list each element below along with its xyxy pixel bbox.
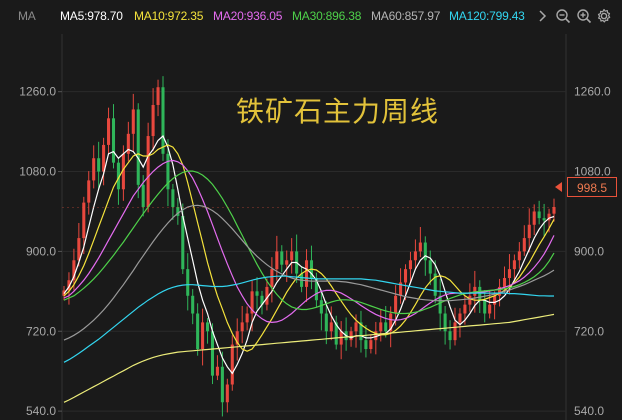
ma-indicator-label[interactable]: MA — [18, 9, 36, 23]
candle-body — [97, 158, 101, 172]
candle-body — [275, 251, 279, 270]
candle-body — [428, 260, 432, 274]
candle-body — [240, 322, 244, 332]
y-tick-label-left: 720.0 — [26, 324, 56, 338]
candle-body — [206, 322, 210, 332]
candle-body — [230, 344, 234, 385]
candle-body — [186, 269, 190, 296]
candle-body — [502, 278, 507, 287]
candle-body — [329, 322, 333, 332]
candle-body — [403, 269, 408, 283]
ma60-value: MA60:857.97 — [371, 9, 441, 23]
candle-body — [552, 207, 556, 214]
y-tick-label-right: 1260.0 — [574, 85, 611, 99]
candle-body — [255, 291, 259, 296]
candle-body — [215, 366, 219, 376]
candle-body — [191, 295, 195, 314]
gear-icon[interactable] — [596, 8, 612, 24]
candle-body — [448, 331, 452, 341]
candle-body — [468, 295, 472, 305]
candle-body — [369, 340, 373, 350]
candle-body — [384, 322, 388, 332]
candle-body — [146, 136, 150, 208]
candle-body — [512, 260, 516, 270]
candle-body — [136, 109, 140, 185]
candle-body — [92, 158, 96, 181]
chevron-right-icon[interactable] — [534, 8, 550, 24]
candle-body — [304, 260, 309, 287]
candle-body — [438, 295, 442, 314]
candle-body — [522, 238, 526, 252]
candle-body — [379, 322, 383, 332]
last-price-arrow — [555, 182, 562, 192]
candle-body — [324, 313, 328, 332]
candle-body — [196, 313, 200, 350]
candle-body — [527, 224, 531, 239]
zoom-in-icon[interactable] — [576, 8, 592, 24]
candle-body — [488, 304, 492, 314]
candle-body — [107, 118, 111, 145]
candle-body — [493, 295, 497, 305]
candle-body — [225, 384, 229, 403]
candle-body — [453, 322, 457, 341]
zoom-out-icon[interactable] — [555, 8, 571, 24]
candle-body — [210, 331, 215, 376]
y-tick-label-left: 1080.0 — [19, 165, 56, 179]
candle-body — [413, 251, 417, 261]
candle-body — [87, 180, 91, 203]
y-tick-label-left: 900.0 — [26, 244, 56, 258]
candle-body — [319, 300, 323, 314]
candle-body — [537, 211, 541, 219]
candle-body — [151, 104, 155, 137]
ma-line-ma60 — [63, 204, 555, 341]
candle-body — [270, 269, 274, 287]
ma-line-ma250 — [63, 313, 555, 403]
candle-body — [290, 251, 294, 261]
candle-body — [349, 331, 353, 341]
candle-body — [280, 251, 284, 265]
y-tick-label-left: 1260.0 — [19, 85, 56, 99]
ma120-value: MA120:799.43 — [449, 9, 525, 23]
chart-watermark: 铁矿石主力周线 — [236, 95, 440, 128]
candle-body — [156, 87, 160, 105]
candle-body — [364, 340, 368, 350]
candle-body — [354, 322, 358, 332]
candle-body — [517, 251, 521, 261]
y-tick-label-right: 540.0 — [574, 404, 604, 418]
last-price-label: 998.5 — [567, 177, 617, 197]
indicator-bar: MA MA5:978.70 MA10:972.35 MA20:936.05 MA… — [0, 0, 622, 34]
candle-body — [458, 313, 462, 323]
candle-body — [285, 260, 289, 265]
price-chart[interactable]: 1260.0 1260.01080.0 1080.0900.0 900.0720.0 7… — [0, 0, 622, 420]
y-tick-label-right: 720.0 — [574, 324, 604, 338]
candle-body — [181, 215, 185, 270]
candle-body — [131, 109, 135, 134]
candle-body — [507, 269, 511, 279]
candle-body — [161, 87, 165, 154]
candle-body — [245, 313, 249, 323]
candle-body — [483, 300, 487, 314]
y-tick-label-right: 900.0 — [574, 244, 604, 258]
candle-body — [77, 238, 81, 261]
candle-body — [111, 118, 116, 163]
candle-body — [418, 242, 422, 252]
candle-body — [171, 189, 175, 208]
candle-body — [201, 322, 205, 350]
candle-body — [532, 211, 536, 225]
ma5-value: MA5:978.70 — [60, 9, 123, 23]
ma10-value: MA10:972.35 — [134, 9, 204, 23]
candle-body — [394, 295, 398, 314]
candle-body — [141, 184, 145, 208]
ma20-value: MA20:936.05 — [213, 9, 283, 23]
candle-body — [423, 242, 427, 261]
candle-body — [542, 218, 546, 221]
candle-body — [220, 366, 224, 403]
ma30-value: MA30:896.38 — [292, 9, 362, 23]
candle-body — [408, 260, 412, 270]
y-tick-label-left: 540.0 — [26, 404, 56, 418]
candle-body — [463, 304, 467, 314]
